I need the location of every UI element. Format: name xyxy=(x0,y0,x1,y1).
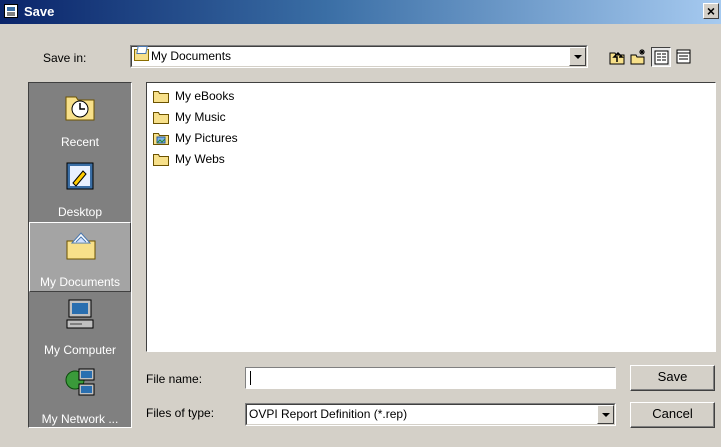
folder-icon xyxy=(153,91,169,103)
files-of-type-dropdown-arrow[interactable] xyxy=(597,405,614,424)
place-label: Recent xyxy=(60,135,100,149)
my-computer-icon xyxy=(66,299,94,329)
list-view-icon xyxy=(654,50,669,65)
place-recent[interactable]: Recent xyxy=(29,83,131,153)
my-documents-small-icon xyxy=(134,49,149,61)
text-caret xyxy=(250,371,251,385)
save-in-dropdown[interactable]: My Documents xyxy=(130,45,588,68)
desktop-icon xyxy=(66,162,94,190)
folder-icon xyxy=(153,112,169,124)
create-new-folder-button[interactable] xyxy=(628,47,648,67)
title-bar[interactable]: Save × xyxy=(0,0,721,24)
files-of-type-dropdown[interactable]: OVPI Report Definition (*.rep) xyxy=(245,403,616,426)
up-one-level-icon xyxy=(609,51,625,65)
place-desktop[interactable]: Desktop xyxy=(29,153,131,223)
file-name-input[interactable] xyxy=(248,370,612,386)
file-name: My Music xyxy=(175,110,226,124)
close-button[interactable]: × xyxy=(703,3,719,19)
files-of-type-label: Files of type: xyxy=(146,406,215,420)
file-name: My Webs xyxy=(175,152,225,166)
place-my-network[interactable]: My Network ... xyxy=(29,360,131,430)
folder-icon xyxy=(153,154,169,166)
places-bar: Recent Desktop My Documents My Computer xyxy=(28,82,132,428)
cancel-button[interactable]: Cancel xyxy=(630,402,715,428)
details-view-icon xyxy=(676,49,691,64)
create-new-folder-icon xyxy=(630,49,645,65)
file-name-field[interactable] xyxy=(245,367,616,389)
save-in-dropdown-arrow[interactable] xyxy=(569,47,586,66)
files-of-type-value: OVPI Report Definition (*.rep) xyxy=(249,407,408,421)
my-documents-icon xyxy=(66,232,96,260)
place-label: My Network ... xyxy=(41,412,119,426)
place-label: My Computer xyxy=(43,343,117,357)
place-my-documents[interactable]: My Documents xyxy=(29,222,131,292)
close-icon: × xyxy=(706,3,716,19)
pictures-folder-icon xyxy=(153,133,169,145)
place-label: Desktop xyxy=(57,205,103,219)
file-list[interactable]: My eBooks My Music My Pictures My Webs xyxy=(146,82,716,352)
save-in-value: My Documents xyxy=(151,49,232,63)
file-name: My eBooks xyxy=(175,89,235,103)
window-icon xyxy=(4,4,18,18)
save-button[interactable]: Save xyxy=(630,365,715,391)
recent-icon xyxy=(65,96,95,121)
save-in-label: Save in: xyxy=(43,51,87,65)
place-label: My Documents xyxy=(39,275,121,289)
my-network-icon xyxy=(65,368,95,396)
file-name-label: File name: xyxy=(146,372,203,386)
details-view-button[interactable] xyxy=(674,47,694,67)
list-view-button[interactable] xyxy=(651,47,671,67)
place-my-computer[interactable]: My Computer xyxy=(29,291,131,361)
up-one-level-button[interactable] xyxy=(607,47,627,67)
window-title: Save xyxy=(24,4,55,19)
file-name: My Pictures xyxy=(175,131,238,145)
